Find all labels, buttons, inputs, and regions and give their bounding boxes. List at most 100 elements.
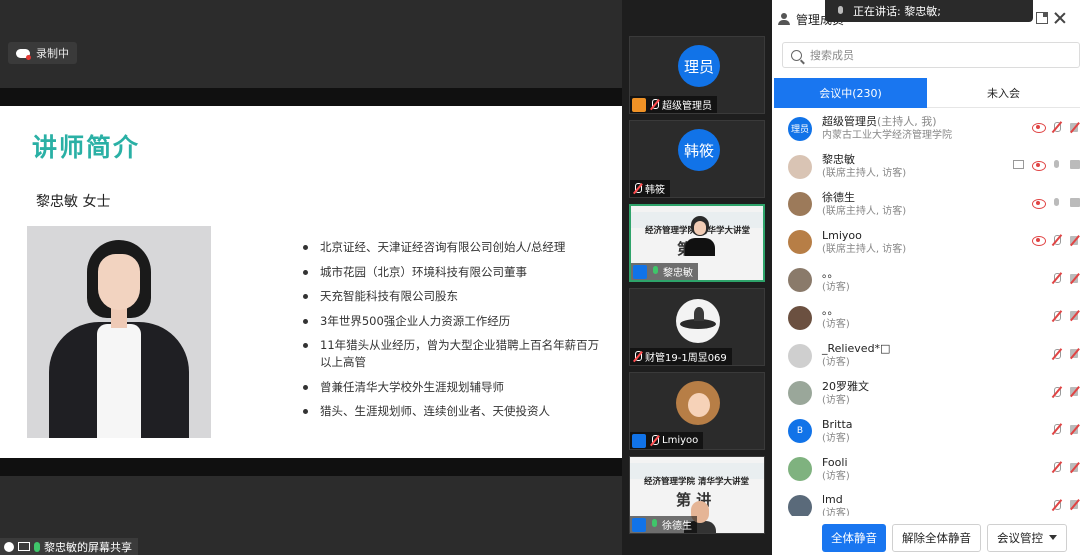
mic-muted-icon[interactable] [1052,461,1062,473]
video-tile[interactable]: Lmiyoo [629,372,765,450]
video-tile[interactable]: 理员 超级管理员 [629,36,765,114]
member-search-box[interactable] [782,42,1080,68]
mic-on-icon [649,519,659,530]
bio-bullet: 3年世界500强企业人力资源工作经历 [300,313,600,330]
member-row[interactable]: 。。 (访客) [772,261,1080,299]
member-avatar [788,230,812,255]
screen-share-icon [1013,160,1024,170]
member-avatar [788,343,812,368]
meeting-control-dropdown[interactable]: 会议管控 [987,523,1067,552]
member-name: lmd [822,493,843,507]
camera-off-icon[interactable] [1070,387,1080,397]
bio-bullet: 11年猎头从业经历，曾为大型企业猎聘上百名年薪百万以上高管 [300,337,600,371]
mic-muted-icon[interactable] [1052,423,1062,435]
mic-muted-icon[interactable] [1052,386,1062,398]
participant-avatar-image [676,299,720,343]
member-role: 内蒙古工业大学经济管理学院 [822,130,952,142]
member-row[interactable]: 理员 超级管理员(主持人, 我) 内蒙古工业大学经济管理学院 [772,110,1080,148]
camera-off-icon[interactable] [1070,424,1080,434]
bio-bullet: 猎头、生涯规划师、连续创业者、天使投资人 [300,403,600,420]
camera-off-icon[interactable] [1070,273,1080,283]
member-role: (访客) [822,432,850,444]
bio-bullet: 北京证经、天津证经咨询有限公司创始人/总经理 [300,239,600,256]
member-row[interactable]: 徐德生 (联席主持人, 访客) [772,186,1080,224]
recording-badge[interactable]: 录制中 [8,42,77,64]
presentation-slide: 讲师简介 黎忠敏 女士 北京证经、天津证经咨询有限公司创始人/总经理 城市花园（… [0,88,622,476]
mic-muted-icon [632,183,642,194]
record-icon[interactable] [1032,198,1046,209]
member-name: 徐德生 [822,190,855,204]
camera-off-icon[interactable] [1070,122,1080,132]
mic-muted-icon [649,435,659,446]
mic-on-icon[interactable] [1052,197,1062,209]
members-icon [778,13,790,25]
record-icon[interactable] [1032,235,1046,247]
member-row[interactable]: Fooli (访客) [772,450,1080,488]
member-list[interactable]: 理员 超级管理员(主持人, 我) 内蒙古工业大学经济管理学院 黎忠敏 (联席主持… [772,110,1080,516]
bio-bullet-list: 北京证经、天津证经咨询有限公司创始人/总经理 城市花园（北京）环境科技有限公司董… [300,239,600,428]
unmute-all-button[interactable]: 解除全体静音 [892,523,981,552]
camera-off-icon[interactable] [1070,462,1080,472]
tab-not-joined[interactable]: 未入会 [927,78,1080,108]
video-caption: 黎忠敏 [631,263,698,280]
member-tabs: 会议中(230) 未入会 [774,78,1080,108]
member-management-panel: 管理成员 会议中(230) 未入会 理员 超级管理员(主持人, 我) 内蒙古工业… [772,0,1080,555]
user-icon [632,433,646,448]
host-icon [632,97,646,112]
record-icon[interactable] [1032,122,1046,133]
member-row[interactable]: lmd (访客) [772,488,1080,516]
bio-bullet: 曾兼任清华大学校外生涯规划辅导师 [300,379,600,396]
member-avatar [788,192,812,217]
camera-off-icon[interactable] [1070,500,1080,510]
member-role: (联席主持人, 访客) [822,205,907,217]
mic-muted-icon[interactable] [1052,121,1062,133]
mic-muted-icon[interactable] [1052,348,1062,360]
member-row[interactable]: Lmiyoo (联席主持人, 访客) [772,223,1080,261]
member-role: (访客) [822,357,850,369]
camera-on-icon[interactable] [1070,198,1080,208]
mic-icon [34,541,40,552]
mute-all-button[interactable]: 全体静音 [822,523,886,552]
member-row[interactable]: 黎忠敏 (联席主持人, 访客) [772,148,1080,186]
member-role: (访客) [822,470,850,482]
member-row[interactable]: 。。 (访客) [772,299,1080,337]
member-role: (联席主持人, 访客) [822,243,907,255]
search-input[interactable] [810,48,1050,62]
speaking-text: 正在讲话: 黎忠敏; [853,5,941,18]
camera-off-icon[interactable] [1070,349,1080,359]
close-icon[interactable] [1054,12,1066,24]
speaker-photo [27,226,211,438]
video-tile[interactable]: 韩筱 韩筱 [629,120,765,198]
camera-off-icon[interactable] [1070,235,1080,245]
video-tile-active-speaker[interactable]: 经济管理学院 清华学大讲堂 第 讲 黎忠敏 [629,204,765,282]
tab-in-meeting[interactable]: 会议中(230) [774,78,927,108]
video-tile[interactable]: 财管19-1周昱069 [629,288,765,366]
camera-off-icon[interactable] [1070,311,1080,321]
member-name: 超级管理员(主持人, 我) [822,115,937,129]
popout-icon[interactable] [1036,12,1048,24]
speaker-name: 黎忠敏 女士 [36,194,111,210]
video-tile-column[interactable]: 理员 超级管理员 韩筱 韩筱 经济管理学院 清华学大讲堂 第 讲 [622,0,772,555]
chevron-down-icon [1049,535,1057,540]
panel-footer: 全体静音 解除全体静音 会议管控 [772,520,1080,555]
record-icon[interactable] [1032,160,1046,171]
mic-muted-icon[interactable] [1052,234,1062,246]
member-row[interactable]: _Relieved*□ (访客) [772,337,1080,375]
mic-on-icon[interactable] [1052,159,1062,171]
screen-share-label: 黎忠敏的屏幕共享 [0,538,138,555]
mic-muted-icon[interactable] [1052,310,1062,322]
mic-muted-icon[interactable] [1052,272,1062,284]
camera-on-icon[interactable] [1070,160,1080,170]
member-role: (联席主持人, 访客) [822,168,907,180]
member-avatar: B [788,419,812,444]
mic-muted-icon[interactable] [1052,499,1062,511]
member-row[interactable]: B Britta (访客) [772,412,1080,450]
speaking-indicator: 正在讲话: 黎忠敏; [825,0,1033,22]
user-icon [4,541,14,552]
video-tile[interactable]: 经济管理学院 清华学大讲堂 第 讲 徐德生 [629,456,765,534]
participant-avatar-image [676,381,720,425]
member-row[interactable]: 20罗雅文 (访客) [772,375,1080,413]
mic-muted-icon [649,99,659,110]
member-role: (访客) [822,394,850,406]
member-avatar [788,381,812,406]
